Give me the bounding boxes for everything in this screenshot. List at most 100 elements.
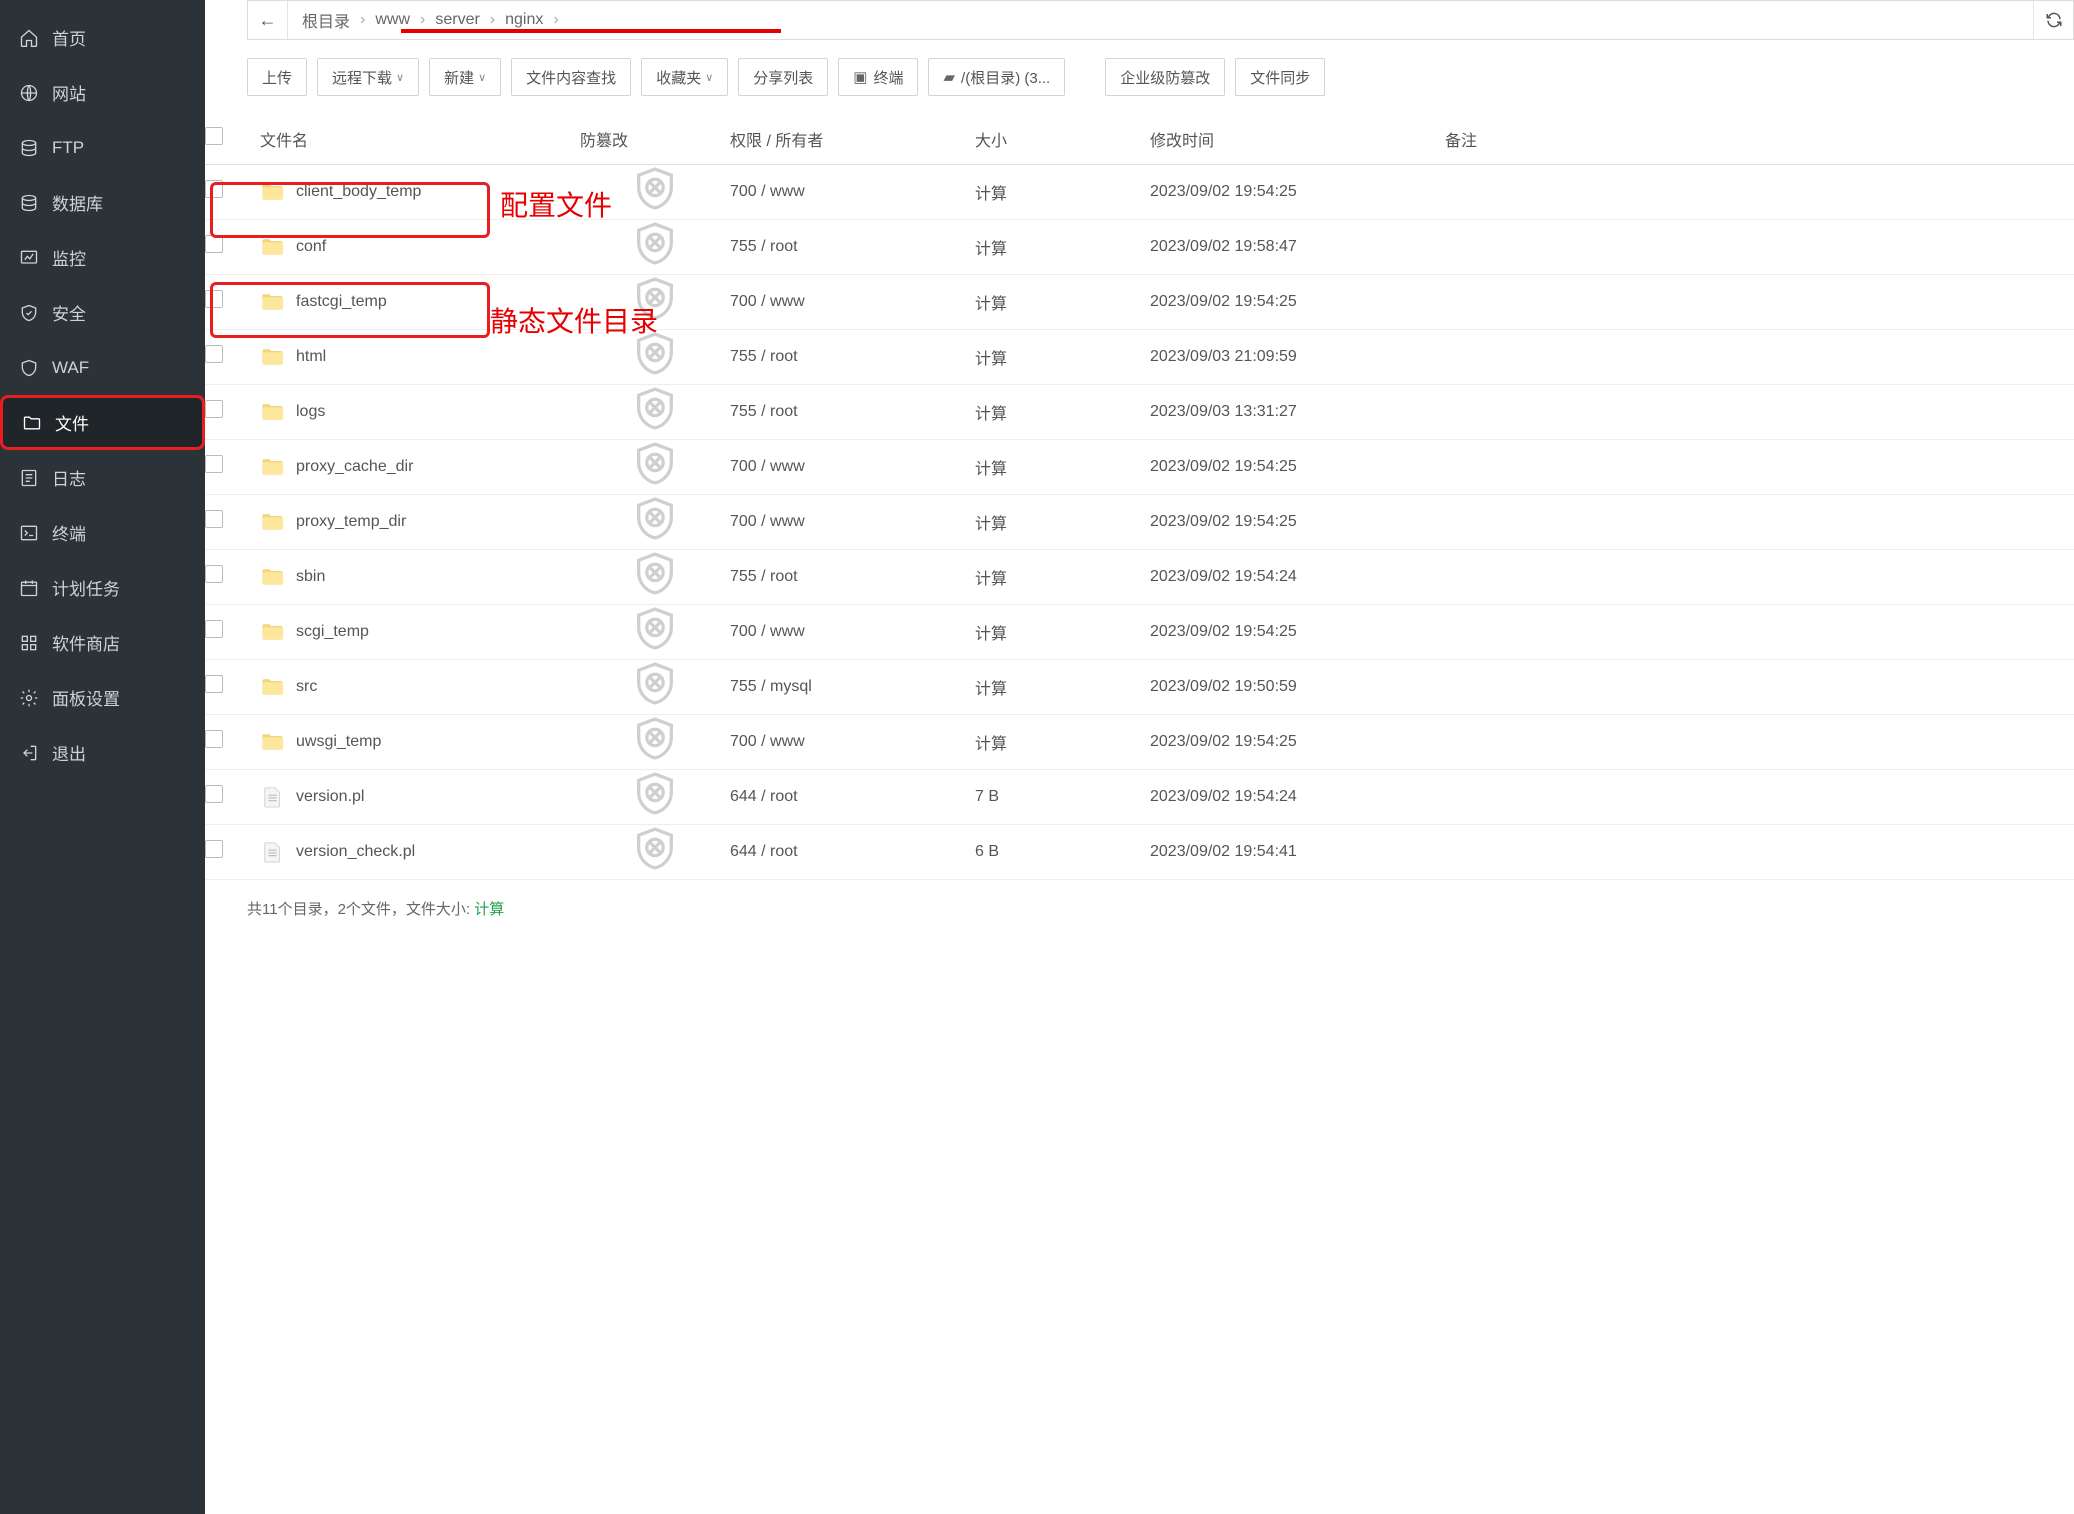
sidebar-item-cron[interactable]: 计划任务 [0,560,205,615]
breadcrumb-nginx[interactable]: nginx [499,11,549,29]
file-name[interactable]: version_check.pl [296,843,415,861]
file-name[interactable]: proxy_temp_dir [296,513,406,531]
tamper-shield-icon[interactable] [580,641,730,658]
breadcrumb-server[interactable]: server [429,11,485,29]
new-button[interactable]: 新建∨ [429,58,501,96]
table-row[interactable]: scgi_temp 700 / www 计算 2023/09/02 19:54:… [205,604,2074,659]
file-name[interactable]: uwsgi_temp [296,733,381,751]
sidebar-item-website[interactable]: 网站 [0,65,205,120]
tamper-shield-icon[interactable] [580,751,730,768]
file-size[interactable]: 计算 [975,439,1150,494]
table-row[interactable]: version.pl 644 / root 7 B 2023/09/02 19:… [205,769,2074,824]
tamper-shield-icon[interactable] [580,366,730,383]
table-row[interactable]: src 755 / mysql 计算 2023/09/02 19:50:59 [205,659,2074,714]
back-button[interactable]: ← [248,1,288,39]
file-name[interactable]: src [296,678,317,696]
row-checkbox[interactable] [205,840,223,858]
tamper-shield-icon[interactable] [580,421,730,438]
row-checkbox[interactable] [205,400,223,418]
header-mtime[interactable]: 修改时间 [1150,114,1445,164]
file-size[interactable]: 计算 [975,659,1150,714]
select-all-checkbox[interactable] [205,127,223,145]
header-filename[interactable]: 文件名 [260,114,580,164]
file-sync-button[interactable]: 文件同步 [1235,58,1325,96]
file-name[interactable]: conf [296,238,326,256]
home-icon [18,27,40,49]
tamper-shield-icon[interactable] [580,531,730,548]
sidebar-item-terminal[interactable]: 终端 [0,505,205,560]
tamper-shield-icon[interactable] [580,201,730,218]
enterprise-tamper-button[interactable]: 企业级防篡改 [1105,58,1225,96]
sidebar-item-home[interactable]: 首页 [0,10,205,65]
row-checkbox[interactable] [205,730,223,748]
row-checkbox[interactable] [205,345,223,363]
file-size[interactable]: 计算 [975,714,1150,769]
table-row[interactable]: html 755 / root 计算 2023/09/03 21:09:59 [205,329,2074,384]
sidebar-item-exit[interactable]: 退出 [0,725,205,780]
upload-button[interactable]: 上传 [247,58,307,96]
row-checkbox[interactable] [205,565,223,583]
sidebar-item-database[interactable]: 数据库 [0,175,205,230]
file-name[interactable]: client_body_temp [296,183,421,201]
remote-download-button[interactable]: 远程下载∨ [317,58,419,96]
file-name[interactable]: sbin [296,568,325,586]
content-search-button[interactable]: 文件内容查找 [511,58,631,96]
file-size[interactable]: 计算 [975,219,1150,274]
table-row[interactable]: fastcgi_temp 700 / www 计算 2023/09/02 19:… [205,274,2074,329]
file-name[interactable]: version.pl [296,788,364,806]
tamper-shield-icon[interactable] [580,806,730,823]
table-row[interactable]: sbin 755 / root 计算 2023/09/02 19:54:24 [205,549,2074,604]
row-checkbox[interactable] [205,180,223,198]
file-name[interactable]: fastcgi_temp [296,293,387,311]
breadcrumb-root[interactable]: 根目录 [296,8,356,32]
sidebar-item-monitor[interactable]: 监控 [0,230,205,285]
footer-calc-link[interactable]: 计算 [474,901,504,918]
row-checkbox[interactable] [205,455,223,473]
table-row[interactable]: logs 755 / root 计算 2023/09/03 13:31:27 [205,384,2074,439]
tamper-shield-icon[interactable] [580,586,730,603]
file-size[interactable]: 计算 [975,604,1150,659]
table-row[interactable]: version_check.pl 644 / root 6 B 2023/09/… [205,824,2074,879]
table-row[interactable]: uwsgi_temp 700 / www 计算 2023/09/02 19:54… [205,714,2074,769]
tamper-shield-icon[interactable] [580,476,730,493]
folder-icon [260,621,286,643]
header-size[interactable]: 大小 [975,114,1150,164]
tamper-shield-icon[interactable] [580,256,730,273]
tamper-shield-icon[interactable] [580,311,730,328]
row-checkbox[interactable] [205,675,223,693]
share-list-button[interactable]: 分享列表 [738,58,828,96]
row-checkbox[interactable] [205,290,223,308]
file-name[interactable]: proxy_cache_dir [296,458,413,476]
favorites-button[interactable]: 收藏夹∨ [641,58,728,96]
table-row[interactable]: conf 755 / root 计算 2023/09/02 19:58:47 [205,219,2074,274]
row-checkbox[interactable] [205,620,223,638]
refresh-button[interactable] [2033,1,2073,39]
sidebar-item-security[interactable]: 安全 [0,285,205,340]
sidebar-item-logs[interactable]: 日志 [0,450,205,505]
file-name[interactable]: scgi_temp [296,623,369,641]
file-name[interactable]: html [296,348,326,366]
breadcrumb-www[interactable]: www [369,11,416,29]
file-size[interactable]: 计算 [975,274,1150,329]
sidebar-item-settings[interactable]: 面板设置 [0,670,205,725]
file-size[interactable]: 计算 [975,549,1150,604]
tamper-shield-icon[interactable] [580,696,730,713]
root-path-button[interactable]: ▰/(根目录) (3... [928,58,1065,96]
terminal-button[interactable]: ▣终端 [838,58,918,96]
table-row[interactable]: proxy_temp_dir 700 / www 计算 2023/09/02 1… [205,494,2074,549]
table-row[interactable]: client_body_temp 700 / www 计算 2023/09/02… [205,164,2074,219]
file-size[interactable]: 计算 [975,494,1150,549]
file-size[interactable]: 计算 [975,329,1150,384]
sidebar-item-waf[interactable]: WAF [0,340,205,395]
file-name[interactable]: logs [296,403,325,421]
sidebar-item-appstore[interactable]: 软件商店 [0,615,205,670]
row-checkbox[interactable] [205,785,223,803]
tamper-shield-icon[interactable] [580,861,730,878]
file-size[interactable]: 计算 [975,384,1150,439]
row-checkbox[interactable] [205,235,223,253]
table-row[interactable]: proxy_cache_dir 700 / www 计算 2023/09/02 … [205,439,2074,494]
sidebar-item-ftp[interactable]: FTP [0,120,205,175]
file-size[interactable]: 计算 [975,164,1150,219]
sidebar-item-files[interactable]: 文件 [0,395,205,450]
row-checkbox[interactable] [205,510,223,528]
